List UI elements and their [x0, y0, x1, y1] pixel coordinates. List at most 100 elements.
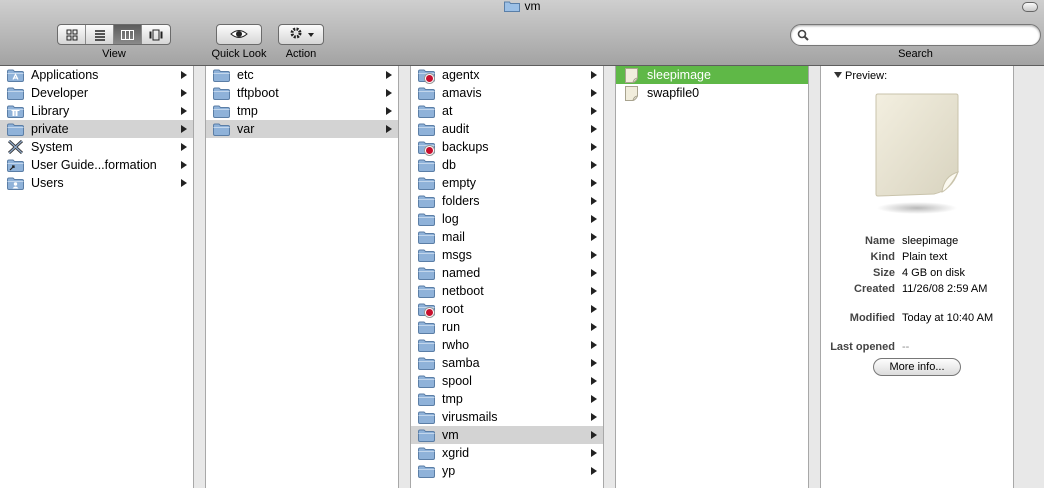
list-item-label: swapfile0 [647, 86, 700, 100]
list-item[interactable]: swapfile0 [616, 84, 808, 102]
list-item[interactable]: spool [411, 372, 603, 390]
list-item-label: folders [442, 194, 480, 208]
action-button[interactable] [278, 24, 324, 45]
disclosure-arrow-icon [181, 161, 187, 169]
info-value-name: sleepimage [902, 235, 959, 247]
alias-folder-icon [7, 158, 24, 172]
no-access-badge-icon [425, 74, 434, 83]
preview-pane: Preview: Name sleepimage Kind Plain text S… [822, 66, 1013, 488]
quicklook-button[interactable] [216, 24, 262, 45]
column-view-icon[interactable] [114, 25, 142, 44]
list-item-label: backups [442, 140, 489, 154]
disclosure-arrow-icon [591, 287, 597, 295]
list-item[interactable]: tftpboot [206, 84, 398, 102]
list-item[interactable]: tmp [206, 102, 398, 120]
list-item[interactable]: amavis [411, 84, 603, 102]
info-row-kind: Kind Plain text [822, 251, 1013, 263]
list-item[interactable]: folders [411, 192, 603, 210]
folder-icon [503, 0, 520, 15]
list-item[interactable]: run [411, 318, 603, 336]
icon-view-icon[interactable] [58, 25, 86, 44]
window-title-text: vm [524, 0, 541, 13]
column-resize-handle[interactable] [1013, 66, 1044, 488]
list-item[interactable]: Library [0, 102, 193, 120]
search-input[interactable] [815, 28, 1030, 42]
list-item[interactable]: virusmails [411, 408, 603, 426]
list-item-label: vm [442, 428, 459, 442]
folder-icon [418, 392, 435, 406]
list-item[interactable]: audit [411, 120, 603, 138]
list-item[interactable]: netboot [411, 282, 603, 300]
list-item[interactable]: User Guide...formation [0, 156, 193, 174]
folder-icon [418, 176, 435, 190]
list-item-label: private [31, 122, 69, 136]
column-3[interactable]: agentx amavis at audit backups db empty folders… [411, 66, 603, 488]
list-item[interactable]: System [0, 138, 193, 156]
action-group: Action [278, 24, 324, 61]
list-item[interactable]: private [0, 120, 193, 138]
search-field[interactable] [790, 24, 1041, 46]
disclosure-arrow-icon [386, 71, 392, 79]
list-item-label: db [442, 158, 456, 172]
list-item[interactable]: named [411, 264, 603, 282]
list-item[interactable]: tmp [411, 390, 603, 408]
column-4[interactable]: sleepimage swapfile0 [616, 66, 808, 488]
preview-header[interactable]: Preview: [834, 70, 887, 82]
eye-icon [230, 28, 248, 42]
column-1[interactable]: Applications Developer Library private Syste… [0, 66, 193, 488]
list-item[interactable]: var [206, 120, 398, 138]
list-item[interactable]: msgs [411, 246, 603, 264]
column-resize-handle[interactable] [193, 66, 206, 488]
disclosure-arrow-icon [591, 197, 597, 205]
list-item[interactable]: etc [206, 66, 398, 84]
folder-icon [7, 122, 24, 136]
list-item[interactable]: rwho [411, 336, 603, 354]
document-preview-icon [872, 92, 962, 219]
list-item[interactable]: empty [411, 174, 603, 192]
list-item[interactable]: log [411, 210, 603, 228]
column-resize-handle[interactable] [808, 66, 821, 488]
list-item[interactable]: at [411, 102, 603, 120]
list-item[interactable]: sleepimage [616, 66, 808, 84]
list-item[interactable]: mail [411, 228, 603, 246]
list-item[interactable]: xgrid [411, 444, 603, 462]
list-view-icon[interactable] [86, 25, 114, 44]
list-item[interactable]: root [411, 300, 603, 318]
info-value-size: 4 GB on disk [902, 267, 965, 279]
list-item[interactable]: backups [411, 138, 603, 156]
info-key: Size [872, 267, 895, 279]
column-resize-handle[interactable] [603, 66, 616, 488]
disclosure-arrow-icon [181, 179, 187, 187]
no-access-badge-icon [425, 146, 434, 155]
list-item[interactable]: vm [411, 426, 603, 444]
action-label: Action [285, 48, 317, 60]
disclosure-arrow-icon [591, 341, 597, 349]
info-row-created: Created 11/26/08 2:59 AM [822, 283, 1013, 295]
list-item-label: tftpboot [237, 86, 279, 100]
list-item[interactable]: Applications [0, 66, 193, 84]
disclosure-triangle-icon[interactable] [834, 72, 842, 78]
column-2[interactable]: etc tftpboot tmp var [206, 66, 398, 488]
list-item-label: spool [442, 374, 472, 388]
coverflow-view-icon[interactable] [142, 25, 170, 44]
toolbar-toggle-button[interactable] [1022, 2, 1038, 12]
info-key: Kind [870, 251, 895, 263]
list-item[interactable]: Developer [0, 84, 193, 102]
disclosure-arrow-icon [591, 143, 597, 151]
list-item[interactable]: Users [0, 174, 193, 192]
list-item-label: sleepimage [647, 68, 711, 82]
column-resize-handle[interactable] [398, 66, 411, 488]
folder-icon [213, 68, 230, 82]
more-info-button[interactable]: More info... [873, 358, 961, 376]
folder-icon [418, 266, 435, 280]
search-label: Search [898, 48, 933, 60]
users-folder-icon [7, 176, 24, 190]
disclosure-arrow-icon [591, 269, 597, 277]
list-item[interactable]: db [411, 156, 603, 174]
list-item[interactable]: yp [411, 462, 603, 480]
list-item-label: virusmails [442, 410, 498, 424]
list-item-label: Developer [31, 86, 88, 100]
list-item[interactable]: agentx [411, 66, 603, 84]
list-item-label: agentx [442, 68, 480, 82]
list-item[interactable]: samba [411, 354, 603, 372]
